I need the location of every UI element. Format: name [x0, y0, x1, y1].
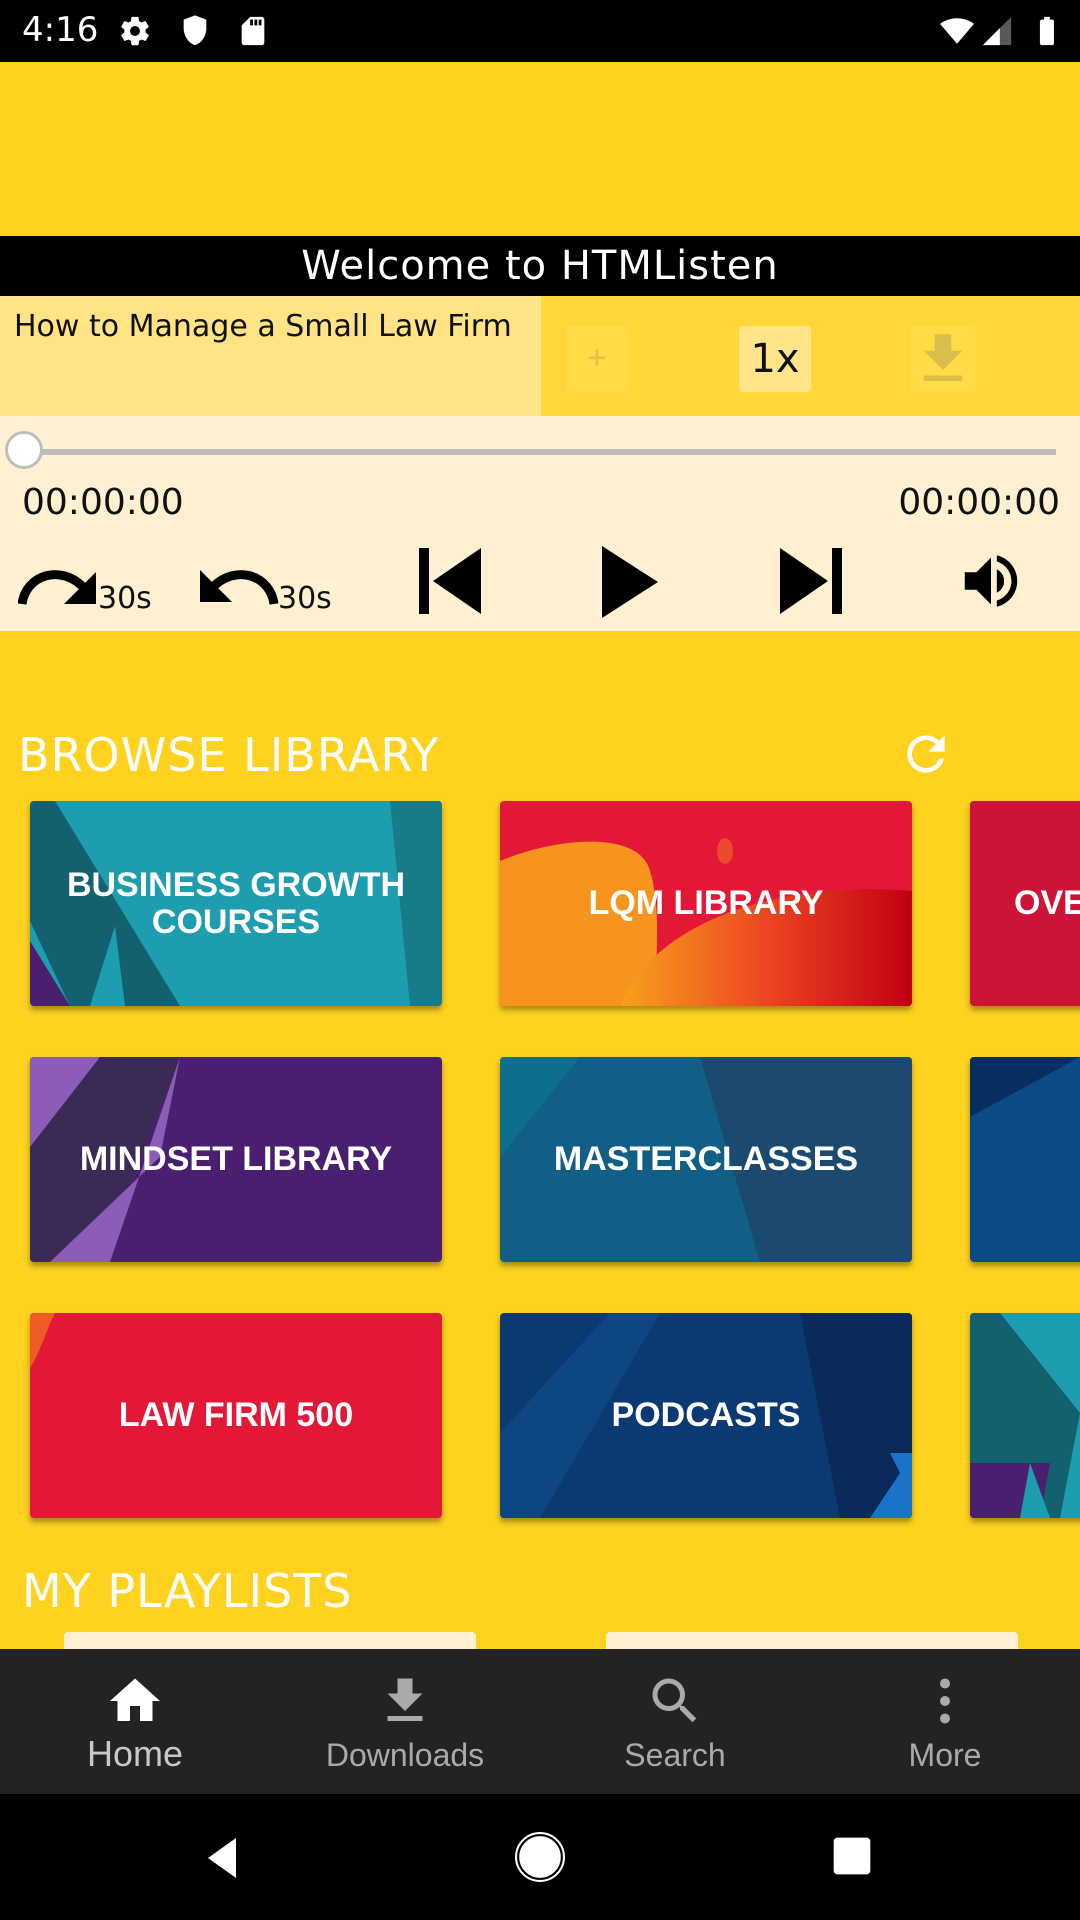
nav-label: Search [624, 1737, 726, 1773]
signal-icon [982, 16, 1012, 46]
nav-search[interactable]: Search [540, 1649, 810, 1794]
download-icon [387, 1678, 423, 1721]
seek-thumb[interactable] [5, 431, 43, 469]
library-card-business-growth[interactable]: BUSINESS GROWTH COURSES [30, 801, 442, 1006]
add-to-playlist-button[interactable]: + [566, 326, 628, 392]
volume-icon [964, 555, 1018, 607]
card-label: BUSINESS GROWTH COURSES [66, 865, 406, 941]
seek-bar[interactable] [26, 449, 1056, 455]
recents-icon[interactable] [830, 1834, 874, 1878]
forward-30-button[interactable]: 30s [18, 546, 168, 626]
card-background [970, 1057, 1080, 1262]
nav-home[interactable]: Home [0, 1649, 270, 1794]
rewind-30-label: 30s [278, 581, 332, 616]
download-icon [923, 334, 963, 381]
wifi-icon [940, 18, 974, 44]
browse-library-title: BROWSE LIBRARY [18, 728, 440, 782]
forward-30-icon [18, 570, 96, 605]
library-card-partial-row2[interactable] [970, 1057, 1080, 1262]
bottom-navigation: Home Downloads Search More [0, 1649, 1080, 1794]
skip-next-icon [780, 548, 842, 614]
library-card-law-firm-500[interactable]: LAW FIRM 500 [30, 1313, 442, 1518]
next-track-button[interactable] [776, 546, 846, 626]
back-icon[interactable] [200, 1834, 248, 1882]
play-button[interactable] [600, 546, 660, 626]
system-navigation-bar [0, 1794, 1080, 1920]
sd-card-icon [241, 16, 265, 46]
shield-icon [183, 15, 207, 46]
card-label: OVE [1014, 884, 1080, 922]
skip-previous-icon [419, 548, 481, 614]
search-icon [652, 1678, 697, 1723]
home-circle-icon[interactable] [515, 1832, 565, 1882]
card-label: PODCASTS [611, 1396, 801, 1434]
volume-button[interactable] [956, 546, 1026, 626]
nav-label: More [908, 1737, 982, 1773]
library-card-partial-row3[interactable] [970, 1313, 1080, 1518]
app-header-area [0, 62, 1080, 236]
library-card-overview[interactable]: OVE [970, 801, 1080, 1006]
library-card-masterclasses[interactable]: MASTERCLASSES [500, 1057, 912, 1262]
status-time: 4:16 [22, 10, 99, 50]
previous-track-button[interactable] [415, 546, 485, 626]
refresh-icon[interactable] [898, 726, 954, 782]
rewind-30-button[interactable]: 30s [198, 546, 348, 626]
my-playlists-title: MY PLAYLISTS [22, 1564, 353, 1618]
nav-label: Downloads [325, 1737, 485, 1773]
more-vertical-icon [940, 1678, 950, 1724]
library-card-mindset-library[interactable]: MINDSET LIBRARY [30, 1057, 442, 1262]
gear-icon [121, 16, 149, 46]
status-bar: 4:16 [0, 0, 1080, 62]
library-card-lqm-library[interactable]: LQM LIBRARY [500, 801, 912, 1006]
rewind-30-icon [200, 570, 279, 605]
card-label: LQM LIBRARY [588, 884, 824, 922]
card-label: LAW FIRM 500 [118, 1396, 354, 1434]
battery-icon [1039, 16, 1054, 46]
playback-speed-button[interactable]: 1x [739, 326, 811, 392]
total-duration: 00:00:00 [898, 482, 1060, 523]
forward-30-label: 30s [98, 581, 152, 616]
library-card-podcasts[interactable]: PODCASTS [500, 1313, 912, 1518]
nav-label: Home [86, 1733, 184, 1774]
elapsed-time: 00:00:00 [22, 482, 184, 523]
welcome-banner: Welcome to HTMListen [0, 236, 1080, 296]
nav-downloads[interactable]: Downloads [270, 1649, 540, 1794]
nav-more[interactable]: More [810, 1649, 1080, 1794]
card-label: MASTERCLASSES [553, 1140, 859, 1178]
home-icon [110, 1678, 160, 1721]
audio-player: 00:00:00 00:00:00 30s 30s [0, 416, 1080, 631]
card-label: MINDSET LIBRARY [79, 1140, 393, 1178]
play-icon [602, 546, 658, 618]
now-playing-bar: How to Manage a Small Law Firm + 1x [0, 296, 1080, 416]
download-button[interactable] [910, 326, 976, 392]
card-background [970, 1313, 1080, 1518]
track-title: How to Manage a Small Law Firm [0, 296, 541, 416]
